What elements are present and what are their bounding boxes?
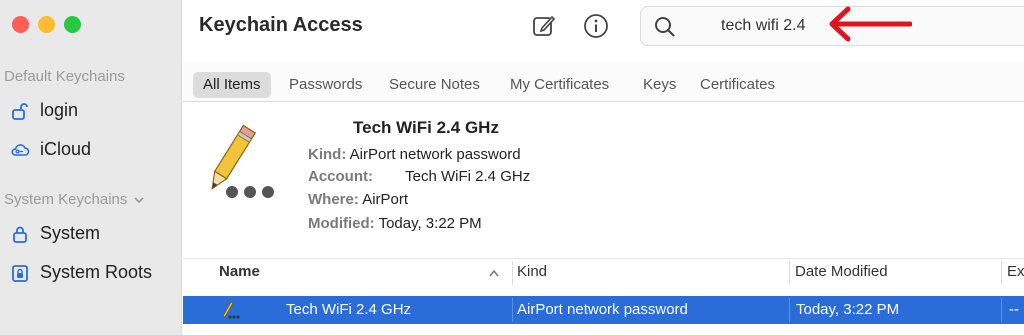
sidebar-item-label: login [40,100,79,120]
close-window-button[interactable] [12,16,29,33]
column-divider[interactable] [1001,261,1002,285]
sidebar-item-label: iCloud [40,139,92,159]
locked-cabinet-icon [12,264,28,282]
column-divider [1001,298,1002,322]
annotation-arrow [829,6,912,42]
column-header-kind[interactable]: Kind [517,263,547,280]
column-header-date-modified[interactable]: Date Modified [795,263,888,280]
column-divider [789,298,790,322]
password-pencil-icon [211,124,274,198]
sidebar-item-label: System [40,223,101,243]
window-title: Keychain Access [199,14,363,36]
window-controls [12,16,81,33]
compose-icon[interactable] [531,13,557,39]
sidebar: Default Keychains login iCloud System Ke… [0,0,182,335]
keychain-access-window: Default Keychains login iCloud System Ke… [0,0,1024,335]
column-divider [512,298,513,322]
column-header-name[interactable]: Name [219,263,260,280]
default-keychains-header: Default Keychains [4,68,125,85]
sort-ascending-icon[interactable] [488,268,500,278]
sidebar-item-icloud[interactable]: iCloud [10,139,91,160]
padlock-icon [13,226,27,243]
chevron-down-icon [134,196,144,203]
table-row[interactable]: Tech WiFi 2.4 GHz AirPort network passwo… [183,296,1024,324]
info-icon[interactable] [583,13,609,39]
column-divider[interactable] [512,261,513,285]
minimize-window-button[interactable] [38,16,55,33]
search-icon [655,17,675,37]
column-header-expires[interactable]: Ex [1007,263,1024,280]
tab-all-items[interactable]: All Items [193,72,271,98]
sidebar-item-label: System Roots [40,262,153,282]
detail-where: Where: AirPort [308,191,408,208]
system-keychains-header[interactable]: System Keychains [4,191,145,208]
detail-modified: Modified: Today, 3:22 PM [308,215,482,232]
modified-label: Modified: [308,215,375,232]
account-label: Account: [308,168,373,185]
tab-passwords[interactable]: Passwords [279,72,372,98]
cloud-key-icon [11,143,30,156]
sidebar-item-login[interactable]: login [10,100,78,121]
item-name-title: Tech WiFi 2.4 GHz [353,118,499,137]
column-divider[interactable] [789,261,790,285]
kind-label: Kind: [308,146,347,163]
table-header: Name Kind Date Modified Ex [183,258,1024,286]
zoom-window-button[interactable] [64,16,81,33]
sidebar-item-system-roots[interactable]: System Roots [10,262,152,283]
tab-certificates[interactable]: Certificates [690,72,785,98]
where-value: AirPort [362,191,409,208]
row-kind: AirPort network password [517,301,688,318]
password-item-icon [222,301,240,319]
category-tabs: All Items Passwords Secure Notes My Cert… [183,62,1024,102]
tab-my-certificates[interactable]: My Certificates [500,72,619,98]
row-expires: -- [1009,301,1019,318]
where-label: Where: [308,191,359,208]
tab-secure-notes[interactable]: Secure Notes [379,72,490,98]
modified-value: Today, 3:22 PM [378,215,482,232]
row-name: Tech WiFi 2.4 GHz [286,301,412,318]
account-value: Tech WiFi 2.4 GHz [405,168,531,185]
kind-value: AirPort network password [349,146,521,163]
row-date-modified: Today, 3:22 PM [796,301,900,318]
sidebar-item-system[interactable]: System [10,223,100,244]
detail-account: Account: Tech WiFi 2.4 GHz [308,168,530,185]
unlocked-padlock-icon [12,102,28,120]
tab-keys[interactable]: Keys [633,72,686,98]
detail-kind: Kind: AirPort network password [308,146,521,163]
